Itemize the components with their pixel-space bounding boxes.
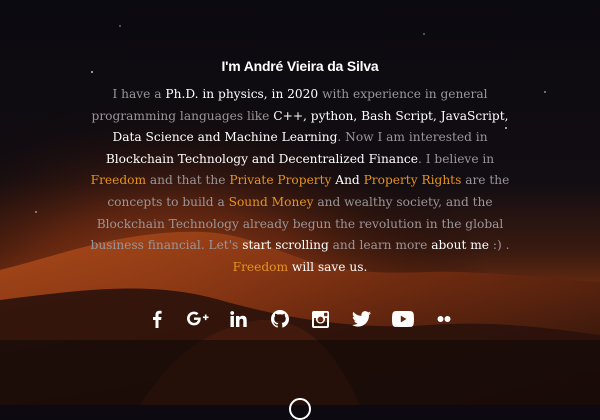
bio-text: And [331,173,364,188]
bio-highlight-blockchain: Blockchain Technology and Decentralized … [105,151,418,166]
linkedin-link[interactable] [227,307,251,331]
bio-highlight-freedom: Freedom [90,173,147,188]
bio-text: :) . [489,238,510,253]
page-title: I'm André Vieira da Silva [221,58,379,74]
bio-highlight-private-property: Private Property [229,173,332,188]
bio-text: will save us. [288,259,368,274]
bio-highlight-freedom-2: Freedom [232,259,289,274]
linkedin-icon [230,311,247,327]
bio-text: I have a [112,87,166,101]
social-links [0,307,600,331]
twitter-link[interactable] [350,307,374,331]
instagram-icon [312,310,329,328]
bio-highlight-phd: Ph.D. in physics, in 2020 [165,87,319,101]
google-plus-link[interactable] [186,307,210,331]
instagram-link[interactable] [309,307,333,331]
bio-highlight-sound-money: Sound Money [228,194,314,209]
flickr-link[interactable] [432,307,456,331]
bio-highlight-property-rights: Property Rights [363,173,462,188]
bio-text: and that the [146,173,230,188]
start-scrolling-link[interactable]: start scrolling [242,238,329,252]
google-plus-icon [186,311,208,326]
scroll-down-indicator[interactable] [289,398,311,420]
facebook-icon [152,310,162,328]
hero-content: I'm André Vieira da Silva I have a Ph.D.… [0,58,600,278]
bio-paragraph: I have a Ph.D. in physics, in 2020 with … [90,84,510,278]
flickr-icon [437,316,450,322]
github-icon [270,310,289,328]
youtube-icon [391,311,414,327]
about-me-link[interactable]: about me [431,238,489,252]
bio-text: . Now I am interested in [337,130,488,145]
github-link[interactable] [268,307,292,331]
twitter-icon [352,311,371,327]
bio-text: . I believe in [417,151,495,166]
youtube-link[interactable] [391,307,415,331]
facebook-link[interactable] [145,307,169,331]
bio-text: and learn more [328,238,432,253]
